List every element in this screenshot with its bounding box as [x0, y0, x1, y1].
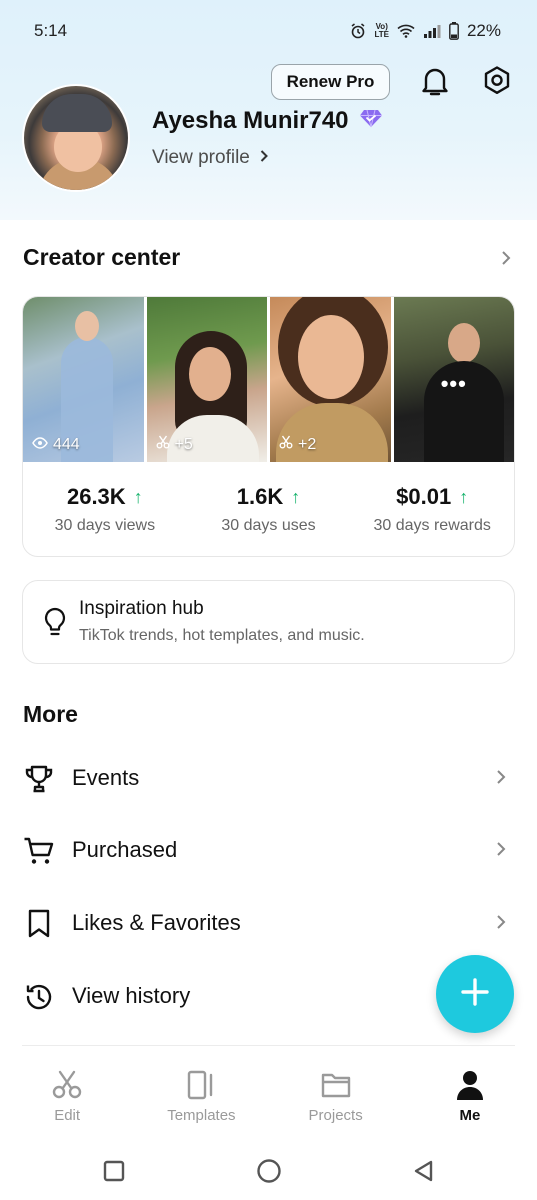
thumbnail-uses: +2	[279, 435, 316, 454]
nav-item-me[interactable]: Me	[403, 1056, 537, 1134]
battery-percent: 22%	[466, 21, 501, 40]
avatar[interactable]	[22, 84, 130, 192]
wifi-icon	[397, 24, 415, 38]
thumbnail-uses-count: +5	[174, 435, 193, 453]
creator-center-title: Creator center	[23, 244, 181, 270]
thumbnail-figure-face	[188, 347, 231, 401]
thumbnail-views: 444	[32, 436, 80, 454]
stat-uses: 1.6K ↑ 30 days uses	[187, 462, 351, 556]
settings-icon[interactable]	[480, 64, 514, 98]
trophy-icon	[23, 763, 55, 795]
divider	[22, 1045, 515, 1046]
lightbulb-icon	[43, 607, 67, 642]
bottom-nav: Edit Templates Projects Me	[0, 1056, 537, 1134]
history-icon	[23, 981, 55, 1013]
arrow-up-icon: ↑	[459, 486, 469, 507]
status-bar: 5:14 Vo) LTE 22%	[0, 0, 537, 62]
thumbnail-figure-face	[447, 323, 480, 363]
stat-uses-value: 1.6K	[236, 484, 284, 509]
template-thumbnail-2[interactable]: +5	[146, 297, 267, 462]
stat-rewards: $0.01 ↑ 30 days rewards	[350, 462, 514, 556]
stat-rewards-value-row: $0.01 ↑	[396, 484, 468, 510]
volte-icon: Vo) LTE	[374, 23, 389, 39]
template-thumbnail-1[interactable]: 444	[23, 297, 144, 462]
username-text: Ayesha Munir740	[152, 107, 349, 134]
inspiration-hub-title: Inspiration hub	[79, 598, 204, 619]
pro-diamond-icon	[359, 107, 383, 135]
bookmark-icon	[23, 908, 55, 940]
signal-icon	[423, 24, 441, 38]
bell-icon[interactable]	[418, 64, 452, 98]
nav-label: Projects	[308, 1107, 363, 1124]
recents-icon[interactable]	[101, 1158, 127, 1184]
nav-item-templates[interactable]: Templates	[134, 1056, 268, 1134]
renew-pro-button[interactable]: Renew Pro	[271, 64, 390, 100]
stat-views-value: 26.3K	[66, 484, 126, 509]
menu-item-likes-favorites[interactable]: Likes & Favorites	[0, 896, 537, 952]
creator-stats: 26.3K ↑ 30 days views 1.6K ↑ 30 days use…	[23, 462, 514, 556]
thumbnail-uses: +5	[156, 435, 193, 454]
person-icon	[453, 1068, 487, 1102]
thumbnail-views-count: 444	[53, 436, 80, 453]
nav-label: Edit	[54, 1107, 81, 1124]
menu-item-label: Events	[72, 765, 140, 790]
creator-center-card[interactable]: 444 +5 +2 ••• 26.3K ↑ 30 days views 1.6K…	[22, 296, 515, 557]
alarm-icon	[350, 23, 366, 39]
battery-icon	[449, 22, 459, 40]
chevron-right-icon	[496, 914, 506, 935]
thumbnail-figure-face	[298, 315, 364, 399]
template-thumbnail-more[interactable]: •••	[393, 297, 514, 462]
template-thumbnails: 444 +5 +2 •••	[23, 297, 514, 462]
nav-item-projects[interactable]: Projects	[269, 1056, 403, 1134]
arrow-up-icon: ↑	[291, 486, 301, 507]
nav-item-edit[interactable]: Edit	[0, 1056, 134, 1134]
menu-item-label: Likes & Favorites	[72, 910, 241, 935]
scissors-icon	[50, 1068, 84, 1102]
status-icons: Vo) LTE 22%	[350, 21, 501, 41]
thumbnail-uses-count: +2	[298, 435, 317, 453]
home-icon[interactable]	[256, 1158, 282, 1184]
system-nav-bar	[0, 1140, 537, 1200]
stat-uses-value-row: 1.6K ↑	[237, 484, 300, 510]
arrow-up-icon: ↑	[133, 486, 143, 507]
username: Ayesha Munir740	[152, 107, 383, 135]
menu-item-events[interactable]: Events	[0, 751, 537, 807]
chevron-right-icon	[496, 769, 506, 790]
stat-uses-label: 30 days uses	[221, 517, 316, 534]
thumbnail-figure-head	[75, 311, 99, 341]
nav-label: Me	[459, 1107, 481, 1124]
stat-views: 26.3K ↑ 30 days views	[23, 462, 187, 556]
stat-rewards-label: 30 days rewards	[373, 517, 491, 534]
view-profile-label: View profile	[152, 147, 250, 169]
nav-label: Templates	[167, 1107, 236, 1124]
inspiration-hub-subtitle: TikTok trends, hot templates, and music.	[79, 627, 365, 644]
inspiration-hub-card[interactable]: Inspiration hub TikTok trends, hot templ…	[22, 580, 515, 664]
chevron-right-icon	[496, 841, 506, 862]
creator-center-chevron-icon[interactable]	[496, 248, 516, 268]
stat-rewards-value: $0.01	[396, 484, 452, 509]
status-time: 5:14	[34, 21, 68, 40]
cart-icon	[23, 835, 55, 867]
volte-label-bottom: LTE	[374, 30, 389, 39]
menu-item-label: View history	[72, 983, 191, 1008]
more-title: More	[23, 701, 78, 727]
chevron-right-icon	[259, 147, 269, 169]
scissors-icon	[156, 435, 170, 454]
view-profile-link[interactable]: View profile	[152, 147, 269, 169]
templates-icon	[184, 1068, 218, 1102]
menu-item-purchased[interactable]: Purchased	[0, 823, 537, 879]
folder-icon	[319, 1068, 353, 1102]
stat-views-label: 30 days views	[54, 517, 156, 534]
stat-views-value-row: 26.3K ↑	[67, 484, 143, 510]
template-thumbnail-3[interactable]: +2	[270, 297, 391, 462]
create-fab-button[interactable]	[436, 955, 514, 1033]
eye-icon	[32, 436, 48, 454]
plus-icon	[460, 977, 490, 1012]
more-icon[interactable]: •••	[441, 371, 467, 397]
back-icon[interactable]	[410, 1158, 436, 1184]
scissors-icon	[279, 435, 293, 454]
menu-item-label: Purchased	[72, 837, 178, 862]
avatar-hat-shape	[42, 94, 112, 132]
